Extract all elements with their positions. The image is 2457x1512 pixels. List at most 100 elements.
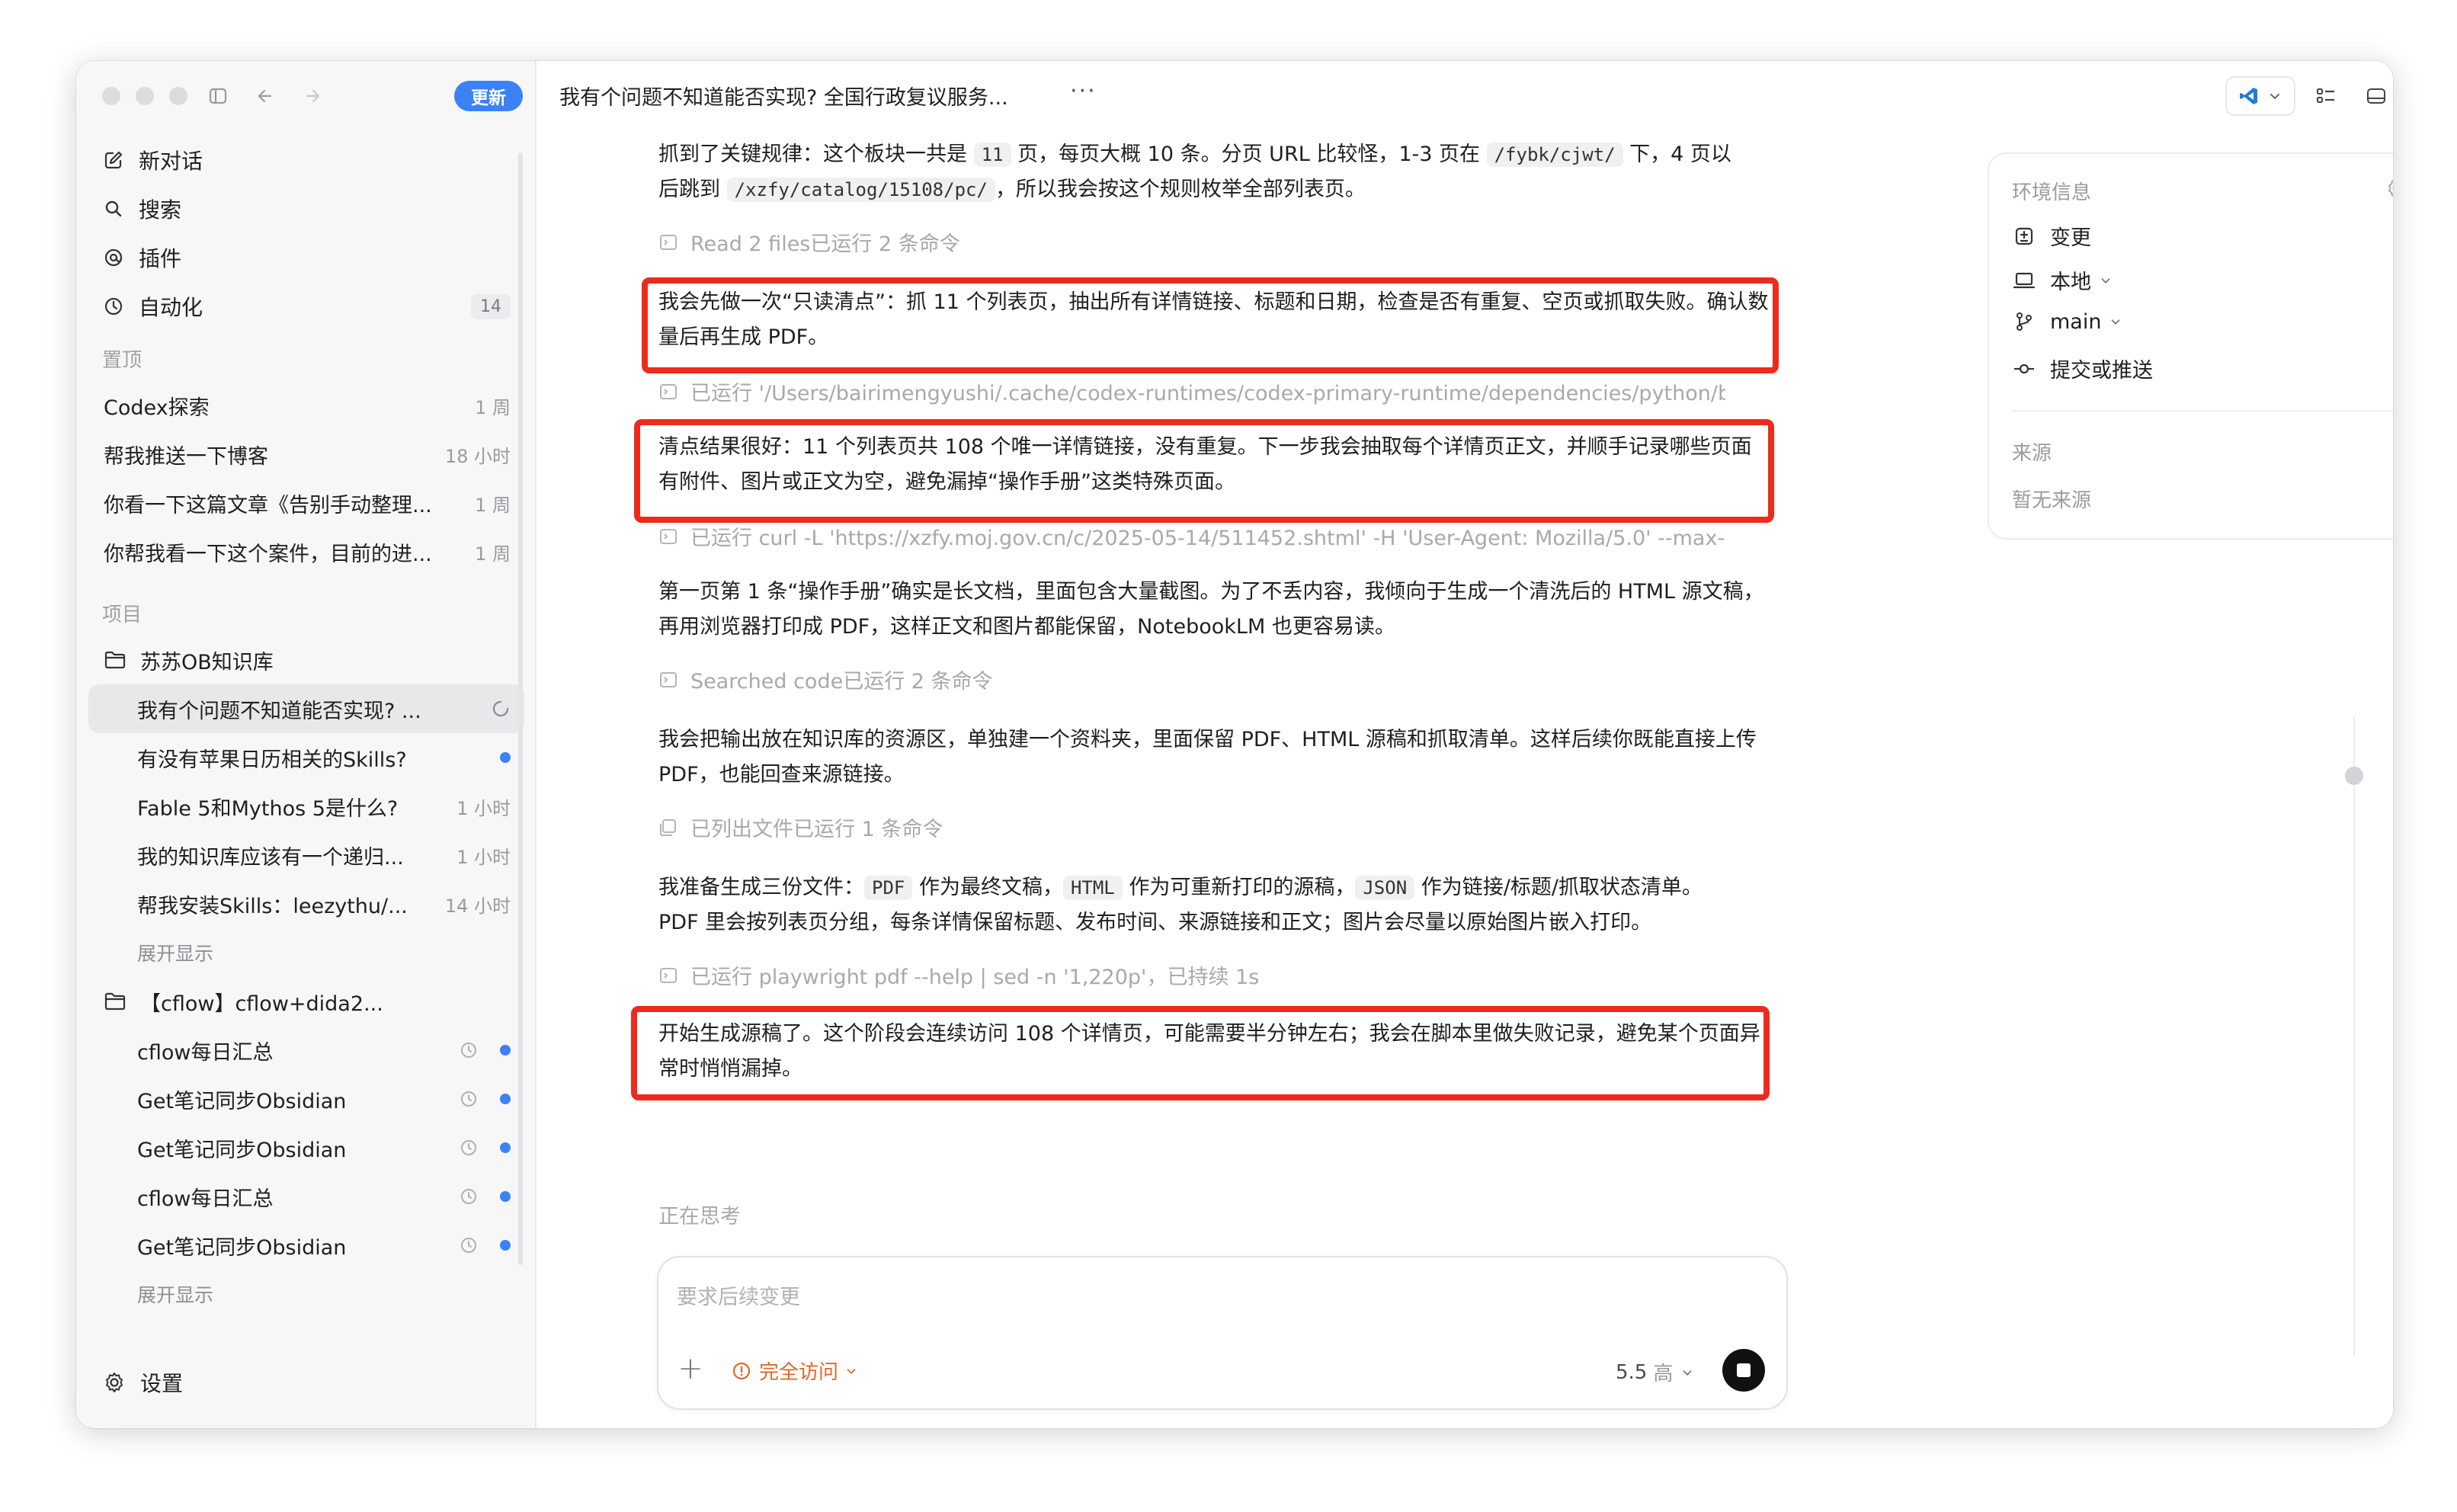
automation-thread-item[interactable]: Get笔记同步Obsidian <box>88 1123 524 1172</box>
command-summary[interactable]: 已运行 playwright pdf --help | sed -n '1,22… <box>658 960 1725 990</box>
update-button[interactable]: 更新 <box>454 81 523 111</box>
schedule-clock-icon <box>459 1187 479 1206</box>
chevron-down-icon <box>2267 88 2282 104</box>
add-attachment-button[interactable]: + <box>675 1351 706 1386</box>
chevron-down-icon <box>844 1364 858 1378</box>
terminal-icon <box>658 232 678 252</box>
close-window-button[interactable] <box>102 87 120 105</box>
stop-button[interactable] <box>1722 1349 1765 1392</box>
thread-item-active[interactable]: 我有个问题不知道能否实现? ... <box>88 684 524 733</box>
text-span: 作为链接/标题/抓取状态清单。 <box>1414 876 1703 899</box>
commit-icon <box>2012 357 2036 381</box>
composer[interactable]: 要求后续变更 + 完全访问 5.5 高 <box>657 1256 1788 1410</box>
gear-icon[interactable] <box>2385 177 2393 200</box>
text-span: 下，4 页以 <box>1623 143 1731 166</box>
chevron-down-icon <box>1680 1366 1694 1379</box>
nav-plugins[interactable]: 插件 <box>98 233 515 282</box>
panel-title: 环境信息 <box>2012 181 2092 204</box>
changes-item[interactable]: 变更 <box>2012 221 2091 251</box>
panel-item-label: 变更 <box>2050 226 2091 250</box>
environment-panel: 环境信息 变更 本地 main 提交或推送 来源 暂无来源 <box>1988 152 2393 540</box>
expand-more-button[interactable]: 展开显示 <box>88 1270 524 1318</box>
unread-dot <box>500 1191 511 1202</box>
right-scroll-track[interactable] <box>2353 716 2355 1357</box>
window-controls <box>102 87 187 105</box>
expand-more-button[interactable]: 展开显示 <box>88 928 524 977</box>
settings-button[interactable]: 设置 <box>102 1367 183 1398</box>
composer-input[interactable]: 要求后续变更 <box>677 1280 800 1310</box>
nav-search[interactable]: 搜索 <box>98 184 515 233</box>
thread-title: 帮我安装Skills：leezythu/... <box>137 894 408 918</box>
minimize-window-button[interactable] <box>136 87 154 105</box>
unread-dot <box>500 1045 511 1056</box>
inline-code: JSON <box>1355 876 1415 900</box>
schedule-clock-icon <box>459 1235 479 1255</box>
thread-item[interactable]: 我的知识库应该有一个递归... 1 小时 <box>88 831 524 879</box>
automation-thread-item[interactable]: Get笔记同步Obsidian <box>88 1221 524 1270</box>
branch-icon <box>2012 309 2036 334</box>
thread-time: 18 小时 <box>444 445 511 467</box>
sidebar: 更新 新对话 搜索 插件 自动化 14 置顶 Codex探索 1 周 帮我推送一… <box>76 61 537 1428</box>
no-sources-text: 暂无来源 <box>2012 489 2092 512</box>
nav-automation[interactable]: 自动化 14 <box>98 282 515 331</box>
command-summary[interactable]: Read 2 files已运行 2 条命令 <box>658 227 1725 257</box>
command-summary[interactable]: Searched code已运行 2 条命令 <box>658 665 1725 694</box>
pinned-item[interactable]: 帮我推送一下博客 18 小时 <box>88 430 524 479</box>
maximize-window-button[interactable] <box>169 87 187 105</box>
project-folder[interactable]: 苏苏OB知识库 <box>88 636 524 684</box>
panel-item-label: 本地 <box>2050 271 2091 294</box>
pinned-item[interactable]: 你看一下这篇文章《告别手动整理... 1 周 <box>88 479 524 527</box>
project-folder[interactable]: 【cflow】cflow+dida2... <box>88 977 524 1026</box>
thread-item[interactable]: 有没有苹果日历相关的Skills? <box>88 733 524 782</box>
thread-title: Get笔记同步Obsidian <box>137 1089 347 1113</box>
access-mode-dropdown[interactable]: 完全访问 <box>732 1357 858 1385</box>
branch-dropdown[interactable]: main <box>2012 309 2122 334</box>
reasoning-level: 高 <box>1653 1363 1674 1385</box>
more-options-button[interactable]: ··· <box>1070 78 1097 104</box>
expand-label: 展开显示 <box>137 1284 214 1306</box>
inline-code: /fybk/cjwt/ <box>1486 143 1623 167</box>
sidebar-nav: 新对话 搜索 插件 自动化 14 <box>98 136 515 331</box>
open-in-editor-button[interactable] <box>2225 76 2295 116</box>
command-summary[interactable]: 已列出文件已运行 1 条命令 <box>658 812 1725 842</box>
back-arrow-icon[interactable] <box>248 79 282 113</box>
inline-code: PDF <box>864 876 913 900</box>
inline-code: /xzfy/catalog/15108/pc/ <box>726 178 995 202</box>
forward-arrow-icon[interactable] <box>296 79 329 113</box>
pinned-item[interactable]: Codex探索 1 周 <box>88 381 524 430</box>
automation-thread-item[interactable]: Get笔记同步Obsidian <box>88 1075 524 1123</box>
command-summary[interactable]: 已运行 '/Users/bairimengyushi/.cache/codex-… <box>658 376 1725 406</box>
checklist-icon[interactable] <box>2308 76 2344 116</box>
right-scroll-handle[interactable] <box>2345 767 2363 785</box>
command-summary[interactable]: 已运行 curl -L 'https://xzfy.moj.gov.cn/c/2… <box>658 521 1725 551</box>
assistant-message: 抓到了关键规律：这个板块一共是 11 页，每页大概 10 条。分页 URL 比较… <box>658 137 1771 207</box>
model-selector[interactable]: 5.5 高 <box>1616 1358 1694 1386</box>
nav-new-chat[interactable]: 新对话 <box>98 136 515 184</box>
text-span: 作为可重新打印的源稿， <box>1122 876 1356 899</box>
pinned-section-label: 置顶 <box>102 349 143 372</box>
automation-thread-item[interactable]: cflow每日汇总 <box>88 1172 524 1221</box>
automation-thread-item[interactable]: cflow每日汇总 <box>88 1026 524 1075</box>
diff-icon <box>2012 224 2036 248</box>
local-environment-dropdown[interactable]: 本地 <box>2012 265 2113 295</box>
app-window: 更新 新对话 搜索 插件 自动化 14 置顶 Codex探索 1 周 帮我推送一… <box>76 61 2393 1428</box>
thread-title: Get笔记同步Obsidian <box>137 1138 347 1162</box>
thread-title: cflow每日汇总 <box>137 1187 274 1211</box>
text-span: 我准备生成三份文件： <box>658 876 864 899</box>
bottom-panel-toggle-icon[interactable] <box>2358 76 2393 116</box>
pinned-item[interactable]: 你帮我看一下这个案件，目前的进... 1 周 <box>88 527 524 576</box>
thread-title: 我有个问题不知道能否实现? ... <box>137 699 421 723</box>
command-label: 已运行 playwright pdf --help | sed -n '1,22… <box>690 966 1260 989</box>
sidebar-scrollbar[interactable] <box>518 152 523 1265</box>
thread-item[interactable]: Fable 5和Mythos 5是什么? 1 小时 <box>88 782 524 831</box>
search-icon <box>102 197 125 220</box>
plugin-icon <box>102 246 125 269</box>
sources-label: 来源 <box>2012 442 2052 465</box>
terminal-icon <box>658 670 678 690</box>
message-line: 后跳到 /xzfy/catalog/15108/pc/，所以我会按这个规则枚举全… <box>658 172 1771 207</box>
thread-title-header: 我有个问题不知道能否实现? 全国行政复议服务... <box>559 86 1008 110</box>
thread-item[interactable]: 帮我安装Skills：leezythu/... 14 小时 <box>88 879 524 928</box>
commit-or-push-button[interactable]: 提交或推送 <box>2012 354 2153 383</box>
sidebar-toggle-icon[interactable] <box>201 79 235 113</box>
pinned-list: Codex探索 1 周 帮我推送一下博客 18 小时 你看一下这篇文章《告别手动… <box>88 381 524 576</box>
